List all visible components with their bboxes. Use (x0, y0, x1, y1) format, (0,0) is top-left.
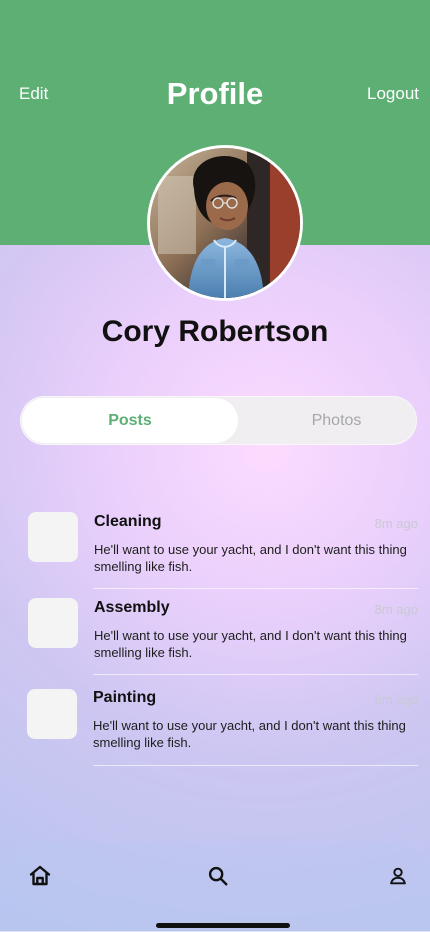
post-thumbnail (27, 689, 77, 739)
avatar[interactable] (147, 145, 303, 301)
tab-photos[interactable]: Photos (234, 398, 430, 443)
post-body: He'll want to use your yacht, and I don'… (93, 718, 406, 750)
post-time: 8m ago (374, 692, 418, 707)
home-indicator (156, 923, 290, 928)
post-item-painting[interactable]: Painting 8m ago He'll want to use your y… (0, 676, 430, 760)
post-item-cleaning[interactable]: Cleaning 8m ago He'll want to use your y… (0, 500, 430, 584)
post-item-assembly[interactable]: Assembly 8m ago He'll want to use your y… (0, 586, 430, 670)
post-title: Cleaning (94, 513, 162, 530)
tab-posts[interactable]: Posts (22, 398, 238, 443)
post-title: Painting (93, 689, 157, 706)
post-thumbnail (28, 598, 78, 648)
bottom-navigation (0, 842, 430, 932)
post-body: He'll want to use your yacht, and I don'… (94, 542, 407, 574)
home-tab[interactable] (24, 860, 56, 892)
post-time: 8m ago (374, 516, 418, 531)
post-thumbnail (28, 512, 78, 562)
profile-icon (390, 867, 406, 885)
profile-tab[interactable] (382, 860, 414, 892)
post-body: He'll want to use your yacht, and I don'… (94, 628, 407, 660)
page-title: Profile (166, 76, 264, 111)
post-divider (93, 674, 418, 675)
profile-name: Cory Robertson (101, 315, 329, 348)
post-title: Assembly (94, 599, 170, 616)
profile-tabs: Photos Posts (20, 396, 417, 445)
avatar-image (150, 148, 300, 298)
logout-button[interactable]: Logout (367, 84, 419, 104)
search-tab[interactable] (202, 860, 234, 892)
post-divider (93, 765, 418, 766)
search-icon (208, 866, 228, 886)
home-icon (29, 865, 51, 886)
post-time: 8m ago (374, 602, 418, 617)
